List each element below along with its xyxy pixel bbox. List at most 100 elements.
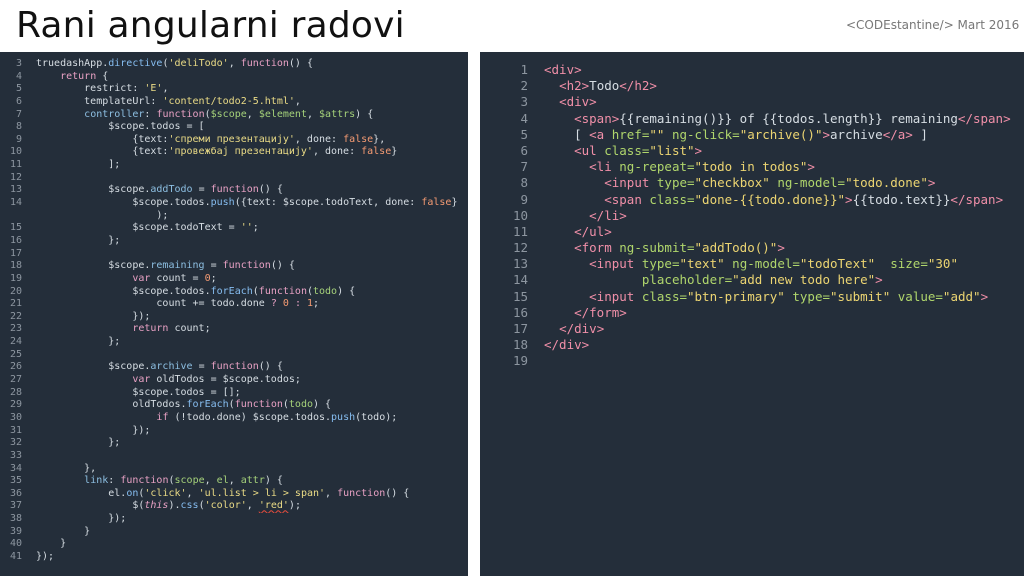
- code-token: function: [222, 260, 271, 272]
- code-text: link: function(scope, el, attr) {: [36, 475, 468, 488]
- code-token: ({text: $scope.todoText, done:: [234, 197, 422, 209]
- line-number: 23: [9, 323, 22, 335]
- code-text: return count;: [36, 323, 468, 336]
- code-token: <input: [604, 175, 657, 191]
- line-number: 41: [9, 550, 22, 562]
- code-token: () {: [258, 361, 283, 373]
- code-token: </span>: [950, 191, 1004, 207]
- code-token: todo: [288, 399, 313, 411]
- line-number: 16: [512, 304, 528, 320]
- line-number: 5: [15, 83, 22, 95]
- code-token: ) {: [313, 399, 332, 411]
- code-token: ,: [228, 475, 241, 487]
- code-token: function: [337, 487, 386, 499]
- code-text: };: [36, 336, 468, 349]
- code-token: >: [777, 240, 785, 256]
- code-text: <div>: [544, 94, 1024, 110]
- code-token: ) {: [355, 108, 374, 120]
- code-line: 31 });: [0, 425, 468, 438]
- line-number: 35: [9, 475, 22, 487]
- code-token: },: [373, 133, 386, 145]
- code-token: </div>: [544, 337, 590, 353]
- code-token: type=: [656, 175, 695, 191]
- code-token: count =: [150, 272, 205, 284]
- code-token: >: [927, 175, 936, 191]
- code-token: archive: [150, 361, 193, 373]
- code-line: 8 <input type="checkbox" ng-model="todo.…: [480, 175, 1024, 191]
- code-token: , done:: [312, 146, 362, 158]
- code-token: $scope.: [36, 361, 151, 373]
- code-token: =: [192, 184, 211, 196]
- code-text: return {: [36, 71, 468, 84]
- line-number: 7: [15, 108, 22, 120]
- code-token: function: [210, 184, 259, 196]
- code-token: >: [875, 272, 883, 288]
- code-line: 14 $scope.todos.push({text: $scope.todoT…: [0, 197, 468, 210]
- code-token: '': [240, 222, 253, 234]
- code-token: ,: [228, 58, 241, 69]
- code-token: ,: [204, 475, 217, 487]
- code-text: <li ng-repeat="todo in todos">: [544, 159, 1024, 175]
- code-line: 22 });: [0, 311, 468, 324]
- line-number: 19: [512, 353, 528, 369]
- code-text: <h2>Todo</h2>: [544, 78, 1024, 94]
- code-text: }: [36, 526, 468, 539]
- code-token: addTodo: [150, 184, 193, 196]
- line-number: 25: [9, 348, 22, 360]
- line-number: 29: [9, 399, 22, 411]
- code-token: }: [391, 146, 398, 158]
- line-number: 27: [9, 374, 22, 386]
- code-text: templateUrl: 'content/todo2-5.html',: [36, 96, 468, 109]
- code-token: ,: [306, 108, 320, 120]
- code-token: "add": [942, 288, 981, 304]
- code-text: <span class="done-{{todo.done}}">{{todo.…: [544, 192, 1024, 208]
- code-token: function: [258, 285, 307, 297]
- code-line: 30 if (!todo.done) $scope.todos.push(tod…: [0, 412, 468, 425]
- line-number: 4: [520, 110, 528, 126]
- code-text: </li>: [544, 208, 1024, 224]
- code-line: 19 var count = 0;: [0, 273, 468, 286]
- line-number: 11: [512, 223, 528, 239]
- code-text: $scope.todos.forEach(function(todo) {: [36, 286, 468, 299]
- code-token: count += todo.done: [36, 298, 271, 310]
- code-token: count;: [168, 323, 211, 335]
- code-token: ng-click=: [671, 126, 740, 142]
- slide-meta: <CODEstantine/> Mart 2016: [846, 18, 1020, 32]
- code-line: 17 </div>: [480, 321, 1024, 337]
- code-text: </form>: [544, 305, 1024, 321]
- line-number: [0, 210, 22, 223]
- code-token: },: [36, 462, 97, 474]
- code-token: class=: [649, 191, 695, 207]
- code-token: ;: [313, 298, 320, 310]
- code-text: var count = 0;: [36, 273, 468, 286]
- code-text: <input class="btn-primary" type="submit"…: [544, 289, 1024, 305]
- code-token: <ul: [574, 142, 605, 158]
- code-text: $scope.todoText = '';: [36, 222, 468, 235]
- line-number: 8: [15, 121, 22, 133]
- code-text: <div>: [544, 62, 1024, 78]
- slide-title: Rani angularni radovi: [16, 5, 405, 46]
- code-token: :: [144, 108, 157, 120]
- line-number: 4: [15, 70, 22, 82]
- code-token: el: [216, 475, 229, 487]
- code-token: archive: [830, 126, 883, 142]
- code-token: 'red': [258, 500, 289, 512]
- line-number: 37: [9, 500, 22, 512]
- code-token: var: [132, 374, 151, 386]
- code-line: 16 </form>: [480, 305, 1024, 321]
- code-token: });: [36, 550, 55, 562]
- code-token: push: [331, 411, 356, 423]
- code-text: });: [36, 425, 468, 438]
- code-token: ,: [162, 83, 169, 95]
- code-token: </ul>: [574, 223, 612, 239]
- code-token: if: [156, 411, 169, 423]
- code-line: 15 <input class="btn-primary" type="subm…: [480, 289, 1024, 305]
